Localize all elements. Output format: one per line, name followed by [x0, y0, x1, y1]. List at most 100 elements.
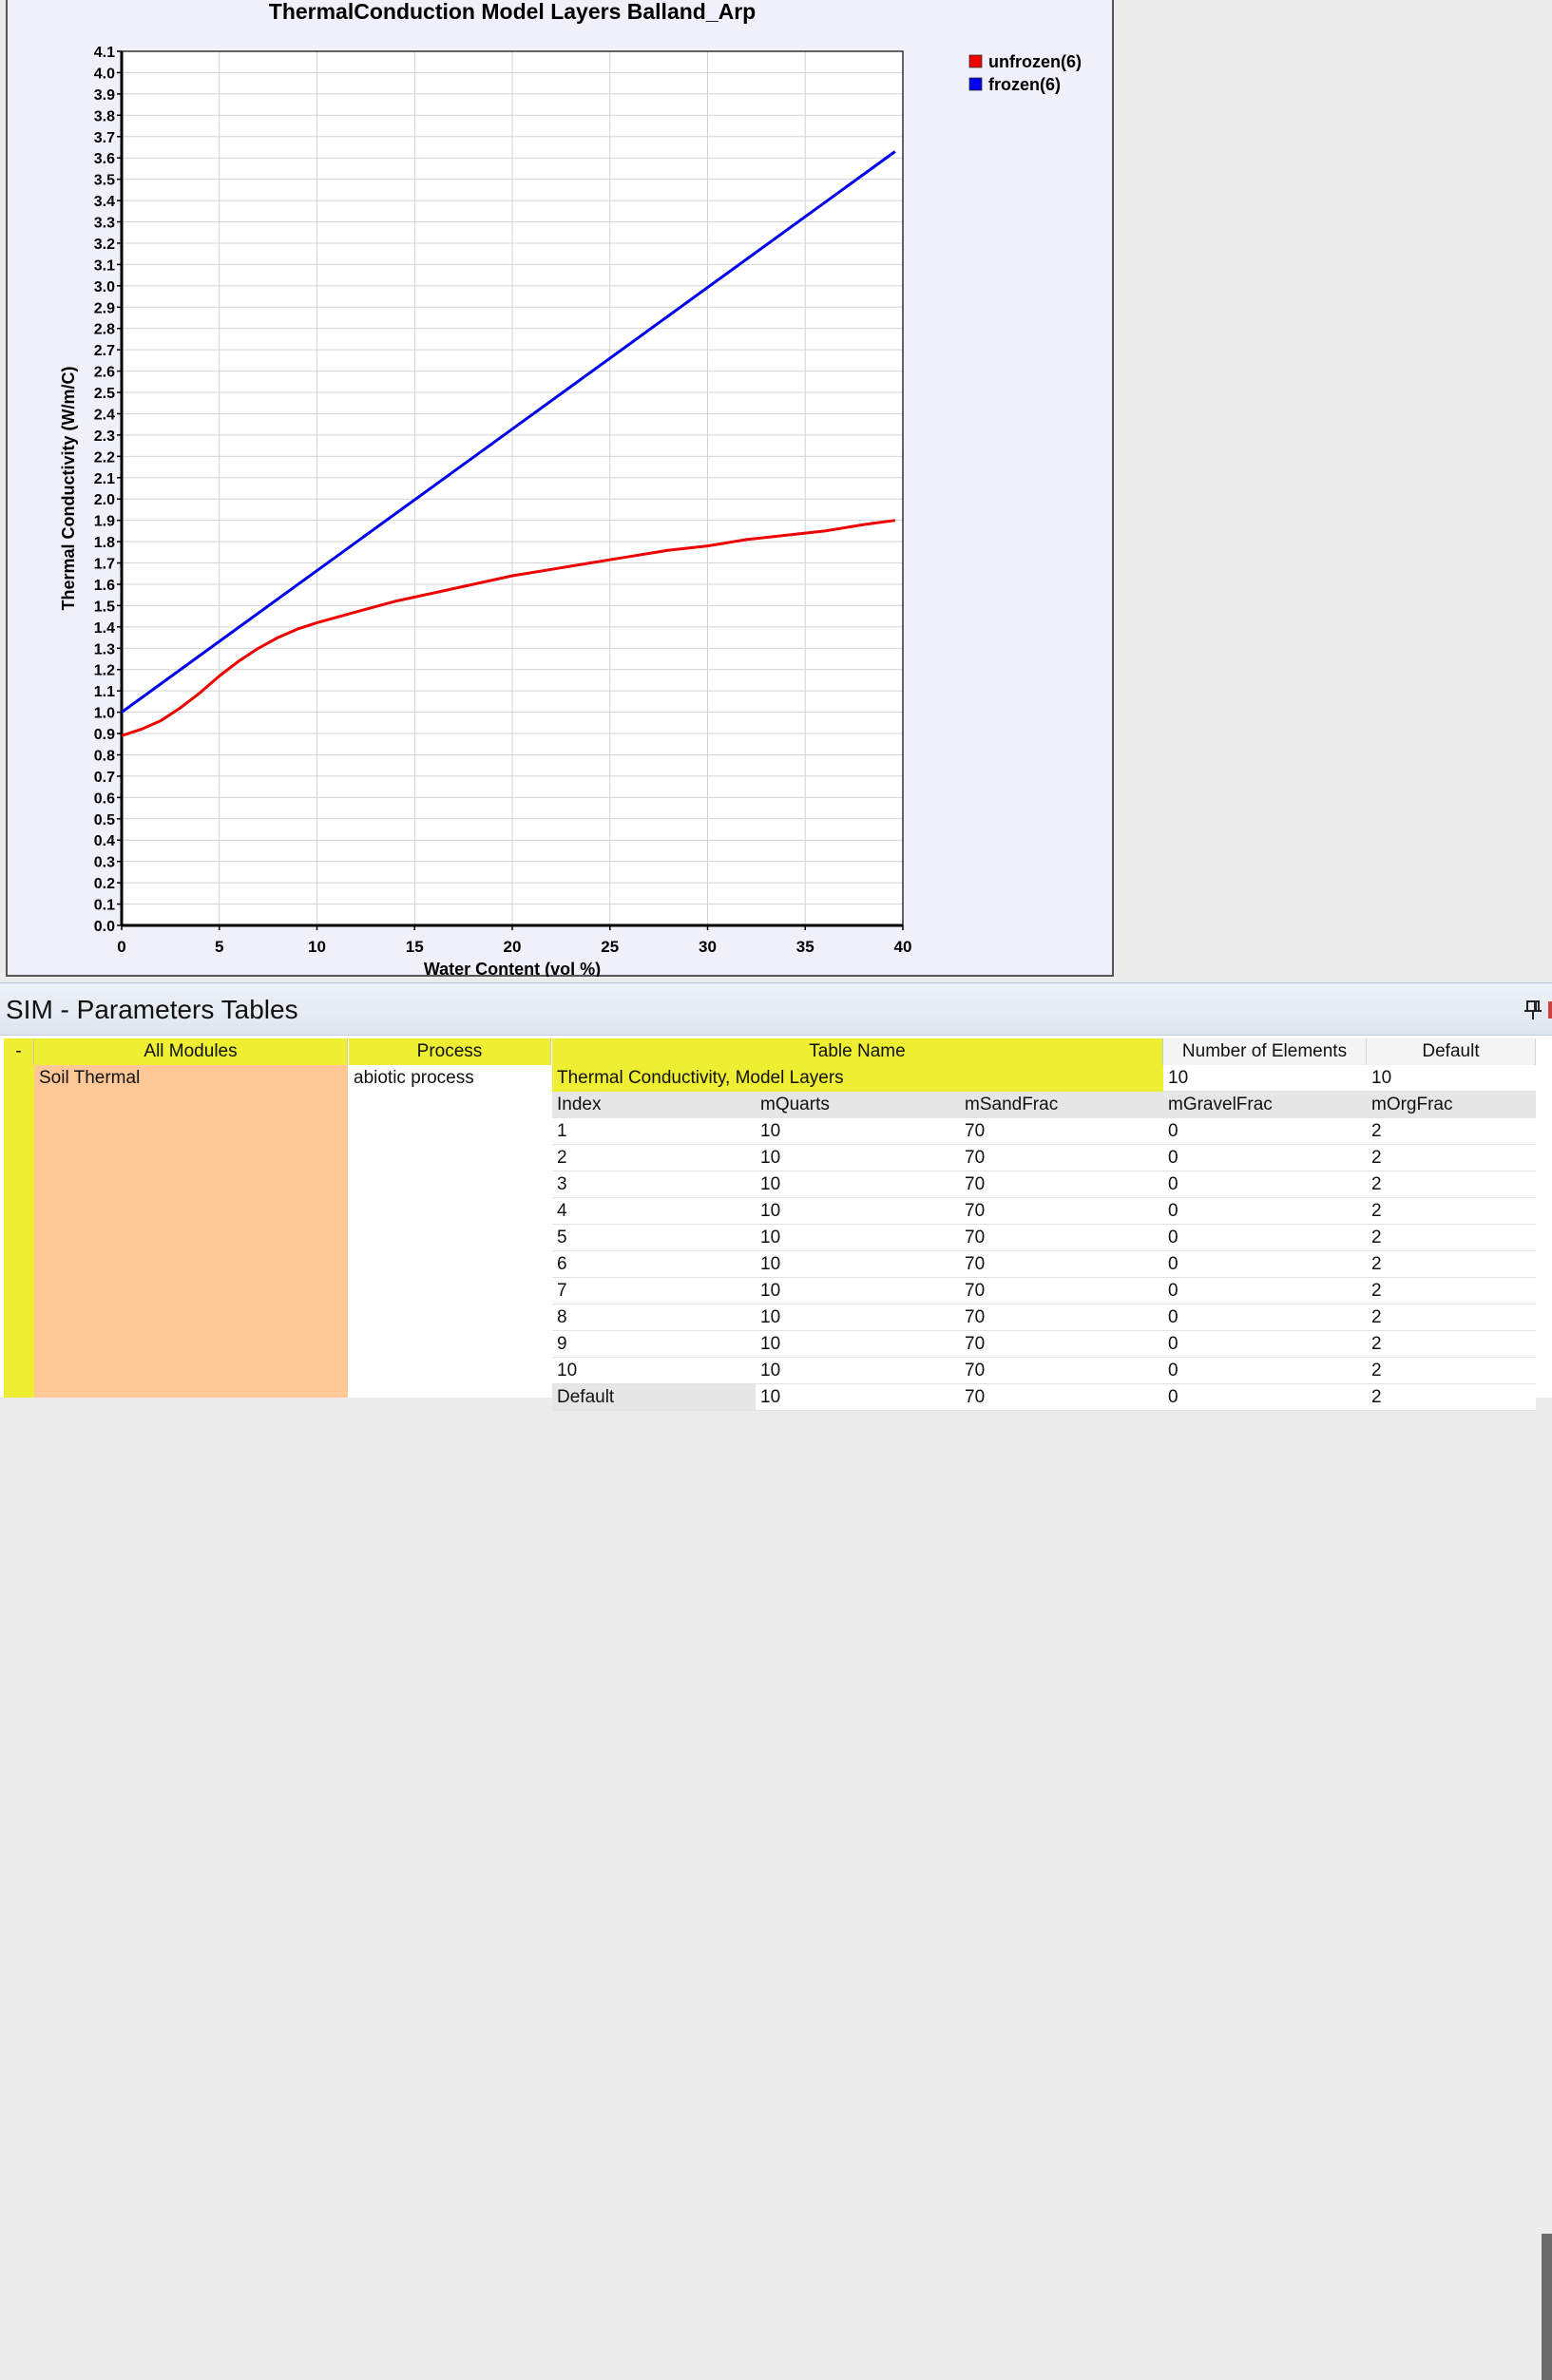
chart-title: ThermalConduction Model Layers Balland_A…: [269, 0, 756, 24]
column-header-default[interactable]: Default: [1367, 1038, 1536, 1065]
subtable-value-cell[interactable]: 2: [1367, 1331, 1536, 1358]
subtable-value-cell[interactable]: 0: [1163, 1171, 1367, 1198]
subtable-value-cell[interactable]: 0: [1163, 1304, 1367, 1331]
y-tick-label: 4.1: [94, 45, 115, 61]
subtable-value-cell[interactable]: 70: [960, 1145, 1163, 1171]
y-tick-label: 1.5: [94, 599, 115, 615]
subtable-index-cell[interactable]: 7: [552, 1278, 756, 1304]
subtable-index-cell[interactable]: 4: [552, 1198, 756, 1225]
number-of-elements-cell[interactable]: 10: [1163, 1065, 1367, 1092]
subtable-value-cell[interactable]: 10: [756, 1358, 960, 1384]
pin-icon[interactable]: [1523, 1000, 1542, 1020]
subtable-index-cell[interactable]: 2: [552, 1145, 756, 1171]
subtable-value-cell[interactable]: 10: [756, 1118, 960, 1145]
y-tick-label: 0.6: [94, 790, 115, 807]
y-tick-label: 0.1: [94, 898, 115, 914]
subtable-value-cell[interactable]: 70: [960, 1118, 1163, 1145]
legend-label: frozen(6): [988, 75, 1061, 94]
subtable-value-cell[interactable]: 2: [1367, 1118, 1536, 1145]
y-tick-label: 2.6: [94, 365, 115, 381]
subtable-value-cell[interactable]: 2: [1367, 1251, 1536, 1278]
subtable-value-cell[interactable]: 10: [756, 1304, 960, 1331]
vertical-scrollbar[interactable]: [1542, 2234, 1552, 2380]
subtable-value-cell[interactable]: 2: [1367, 1384, 1536, 1411]
subtable-value-cell[interactable]: 0: [1163, 1251, 1367, 1278]
subtable-column-header[interactable]: mSandFrac: [960, 1092, 1163, 1118]
subtable-index-cell[interactable]: 5: [552, 1225, 756, 1251]
y-tick-label: 3.0: [94, 279, 115, 295]
y-tick-label: 0.0: [94, 919, 115, 935]
legend-label: unfrozen(6): [988, 52, 1082, 71]
y-tick-label: 3.8: [94, 108, 115, 124]
x-tick-label: 5: [215, 938, 223, 956]
process-cell[interactable]: abiotic process: [349, 1065, 551, 1398]
column-header-table-name[interactable]: Table Name: [552, 1038, 1163, 1065]
subtable-value-cell[interactable]: 70: [960, 1384, 1163, 1411]
subtable-value-cell[interactable]: 0: [1163, 1331, 1367, 1358]
subtable-value-cell[interactable]: 10: [756, 1384, 960, 1411]
subtable-value-cell[interactable]: 0: [1163, 1118, 1367, 1145]
subtable-value-cell[interactable]: 0: [1163, 1198, 1367, 1225]
subtable-value-cell[interactable]: 0: [1163, 1278, 1367, 1304]
subtable-value-cell[interactable]: 10: [756, 1198, 960, 1225]
subtable-column-header[interactable]: mOrgFrac: [1367, 1092, 1536, 1118]
collapse-toggle-button[interactable]: -: [4, 1038, 34, 1065]
subtable-value-cell[interactable]: 10: [756, 1278, 960, 1304]
subtable-value-cell[interactable]: 0: [1163, 1225, 1367, 1251]
subtable-value-cell[interactable]: 10: [756, 1331, 960, 1358]
column-header-number-of-elements[interactable]: Number of Elements: [1163, 1038, 1367, 1065]
y-tick-label: 1.0: [94, 706, 115, 722]
subtable-value-cell[interactable]: 0: [1163, 1384, 1367, 1411]
subtable-value-cell[interactable]: 10: [756, 1225, 960, 1251]
default-cell[interactable]: 10: [1367, 1065, 1536, 1092]
subtable-value-cell[interactable]: 0: [1163, 1358, 1367, 1384]
subtable-index-cell[interactable]: 1: [552, 1118, 756, 1145]
row-indicator-strip: [4, 1065, 34, 1398]
column-header-process[interactable]: Process: [349, 1038, 551, 1065]
y-tick-label: 0.9: [94, 727, 115, 743]
subtable-column-header[interactable]: mGravelFrac: [1163, 1092, 1367, 1118]
subtable-value-cell[interactable]: 2: [1367, 1171, 1536, 1198]
y-tick-label: 0.7: [94, 770, 115, 786]
subtable-value-cell[interactable]: 70: [960, 1331, 1163, 1358]
y-tick-label: 2.1: [94, 471, 115, 487]
y-tick-label: 3.5: [94, 173, 115, 189]
x-tick-label: 20: [504, 938, 522, 956]
subtable-value-cell[interactable]: 70: [960, 1171, 1163, 1198]
subtable-value-cell[interactable]: 70: [960, 1278, 1163, 1304]
subtable-index-cell[interactable]: 8: [552, 1304, 756, 1331]
subtable-value-cell[interactable]: 70: [960, 1225, 1163, 1251]
subtable-value-cell[interactable]: 2: [1367, 1225, 1536, 1251]
subtable-value-cell[interactable]: 70: [960, 1251, 1163, 1278]
subtable-index-cell[interactable]: 3: [552, 1171, 756, 1198]
subtable-column-header[interactable]: mQuarts: [756, 1092, 960, 1118]
subtable-value-cell[interactable]: 2: [1367, 1278, 1536, 1304]
subtable-value-cell[interactable]: 10: [756, 1145, 960, 1171]
y-tick-label: 0.8: [94, 748, 115, 764]
subtable-value-cell[interactable]: 2: [1367, 1304, 1536, 1331]
subtable-value-cell[interactable]: 70: [960, 1304, 1163, 1331]
subtable-index-cell[interactable]: 6: [552, 1251, 756, 1278]
subtable-value-cell[interactable]: 10: [756, 1251, 960, 1278]
subtable-value-cell[interactable]: 2: [1367, 1145, 1536, 1171]
subtable-value-cell[interactable]: 0: [1163, 1145, 1367, 1171]
x-tick-label: 40: [894, 938, 912, 956]
subtable-index-cell[interactable]: 9: [552, 1331, 756, 1358]
table-name-cell[interactable]: Thermal Conductivity, Model Layers: [552, 1065, 1163, 1092]
subtable-value-cell[interactable]: 10: [756, 1171, 960, 1198]
close-edge-icon[interactable]: [1548, 1001, 1552, 1019]
x-tick-label: 30: [699, 938, 717, 956]
subtable-value-cell[interactable]: 70: [960, 1198, 1163, 1225]
legend-swatch: [968, 77, 983, 91]
subtable-column-header[interactable]: Index: [552, 1092, 756, 1118]
subtable-value-cell[interactable]: 2: [1367, 1358, 1536, 1384]
y-tick-label: 0.3: [94, 855, 115, 871]
subtable-index-cell[interactable]: 10: [552, 1358, 756, 1384]
y-tick-label: 0.2: [94, 876, 115, 892]
subtable-value-cell[interactable]: 70: [960, 1358, 1163, 1384]
module-name-cell[interactable]: Soil Thermal: [34, 1065, 348, 1398]
subtable-value-cell[interactable]: 2: [1367, 1198, 1536, 1225]
column-header-all-modules[interactable]: All Modules: [34, 1038, 348, 1065]
subtable-index-cell[interactable]: Default: [552, 1384, 756, 1411]
y-tick-label: 0.4: [94, 833, 115, 849]
